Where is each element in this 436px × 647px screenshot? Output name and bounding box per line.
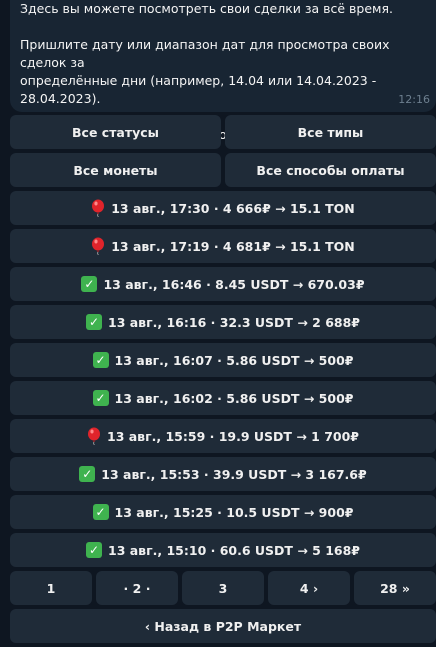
- deal-button[interactable]: ✓ 13 авг., 16:07 · 5.86 USDT → 500₽: [10, 343, 436, 377]
- deal-button[interactable]: ✓ 13 авг., 15:25 · 10.5 USDT → 900₽: [10, 495, 436, 529]
- deal-button[interactable]: 13 авг., 17:30 · 4 666₽ → 15.1 TON: [10, 191, 436, 225]
- deal-button[interactable]: ✓ 13 авг., 15:53 · 39.9 USDT → 3 167.6₽: [10, 457, 436, 491]
- deal-button[interactable]: ✓ 13 авг., 16:46 · 8.45 USDT → 670.03₽: [10, 267, 436, 301]
- page-button-3[interactable]: 3: [182, 571, 264, 605]
- deal-label: 13 авг., 16:02 · 5.86 USDT → 500₽: [114, 390, 354, 406]
- deal-label: 13 авг., 15:59 · 19.9 USDT → 1 700₽: [107, 428, 359, 444]
- check-mark-icon: ✓: [86, 542, 102, 558]
- balloon-icon: [87, 427, 101, 445]
- page-button-last[interactable]: 28 »: [354, 571, 436, 605]
- message-time: 12:16: [398, 93, 430, 106]
- check-mark-icon: ✓: [86, 314, 102, 330]
- pagination: 1 · 2 · 3 4 › 28 »: [10, 571, 436, 605]
- deal-label: 13 авг., 17:30 · 4 666₽ → 15.1 TON: [111, 200, 355, 216]
- deal-label: 13 авг., 15:10 · 60.6 USDT → 5 168₽: [108, 542, 360, 558]
- deal-label: 13 авг., 16:46 · 8.45 USDT → 670.03₽: [103, 276, 365, 292]
- message-line-instructions-1: Пришлите дату или диапазон дат для просм…: [20, 37, 390, 70]
- deal-button[interactable]: ✓ 13 авг., 16:02 · 5.86 USDT → 500₽: [10, 381, 436, 415]
- deal-label: 13 авг., 16:07 · 5.86 USDT → 500₽: [114, 352, 354, 368]
- balloon-icon: [91, 199, 105, 217]
- filter-status-button[interactable]: Все статусы: [10, 115, 221, 149]
- check-mark-icon: ✓: [79, 466, 96, 482]
- check-mark-icon: ✓: [81, 276, 98, 292]
- deal-label: 13 авг., 16:16 · 32.3 USDT → 2 688₽: [108, 314, 360, 330]
- page-button-current[interactable]: · 2 ·: [96, 571, 178, 605]
- deal-button[interactable]: 13 авг., 17:19 · 4 681₽ → 15.1 TON: [10, 229, 436, 263]
- deal-label: 13 авг., 15:53 · 39.9 USDT → 3 167.6₽: [101, 466, 367, 482]
- check-mark-icon: ✓: [92, 352, 109, 368]
- check-mark-icon: ✓: [92, 390, 109, 406]
- page-button-next[interactable]: 4 ›: [268, 571, 350, 605]
- back-to-p2p-market-button[interactable]: ‹ Назад в P2P Маркет: [10, 609, 436, 643]
- filter-payment-button[interactable]: Все способы оплаты: [225, 153, 436, 187]
- deal-button[interactable]: 13 авг., 15:59 · 19.9 USDT → 1 700₽: [10, 419, 436, 453]
- check-mark-icon: ✓: [92, 504, 109, 520]
- message-bubble: Здесь вы можете посмотреть свои сделки з…: [10, 0, 436, 142]
- balloon-icon: [91, 237, 105, 255]
- deal-label: 13 авг., 17:19 · 4 681₽ → 15.1 TON: [111, 238, 355, 254]
- deal-label: 13 авг., 15:25 · 10.5 USDT → 900₽: [114, 504, 354, 520]
- deal-button[interactable]: ✓ 13 авг., 15:10 · 60.6 USDT → 5 168₽: [10, 533, 436, 567]
- page-button-1[interactable]: 1: [10, 571, 92, 605]
- deal-button[interactable]: ✓ 13 авг., 16:16 · 32.3 USDT → 2 688₽: [10, 305, 436, 339]
- message-line-intro: Здесь вы можете посмотреть свои сделки з…: [20, 1, 393, 16]
- message-line-instructions-2: определённые дни (например, 14.04 или 14…: [20, 73, 377, 106]
- inline-keyboard: Все статусы Все типы Все монеты Все спос…: [10, 115, 436, 647]
- filter-types-button[interactable]: Все типы: [225, 115, 436, 149]
- filter-coins-button[interactable]: Все монеты: [10, 153, 221, 187]
